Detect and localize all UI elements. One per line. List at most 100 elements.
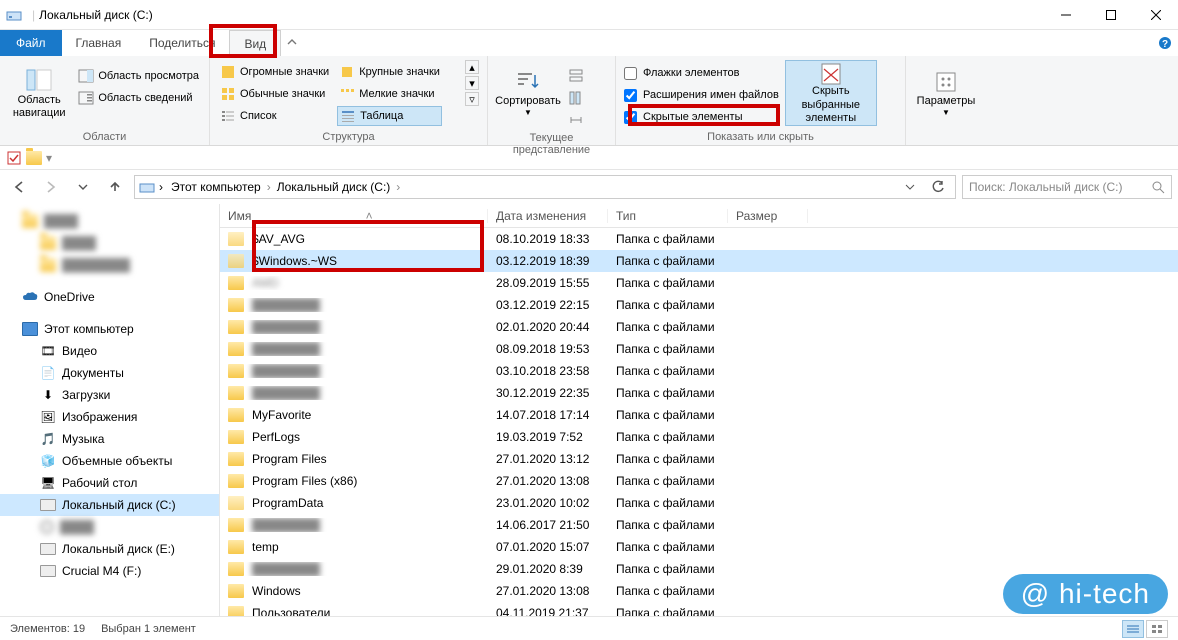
checkbox-hidden-items[interactable]: Скрытые элементы [624, 108, 779, 126]
tree-item-drive-e[interactable]: Локальный диск (E:) [0, 538, 219, 560]
sort-by-button[interactable]: Сортировать ▼ [496, 60, 560, 126]
table-row[interactable]: Program Files (x86)27.01.2020 13:08Папка… [220, 470, 1178, 492]
navigation-pane-button[interactable]: Область навигации [8, 60, 70, 126]
table-row[interactable]: MyFavorite14.07.2018 17:14Папка с файлам… [220, 404, 1178, 426]
layout-expand[interactable]: ▿ [465, 92, 479, 106]
preview-pane-button[interactable]: Область просмотра [76, 66, 201, 86]
file-type: Папка с файлами [608, 540, 728, 554]
table-row[interactable]: AMD28.09.2019 15:55Папка с файлами [220, 272, 1178, 294]
file-name: ████████ [252, 562, 320, 576]
file-type: Папка с файлами [608, 364, 728, 378]
file-date: 04.11.2019 21:37 [488, 606, 608, 616]
close-button[interactable] [1133, 0, 1178, 30]
back-button[interactable] [6, 174, 32, 200]
breadcrumb-this-pc[interactable]: Этот компьютер [167, 180, 265, 194]
folder-icon [228, 254, 244, 268]
layout-medium-icons[interactable]: Обычные значки [218, 84, 331, 104]
options-button[interactable]: Параметры ▼ [914, 60, 978, 126]
search-box[interactable]: Поиск: Локальный диск (C:) [962, 175, 1172, 199]
column-size[interactable]: Размер [728, 209, 808, 223]
table-row[interactable]: ████████08.09.2018 19:53Папка с файлами [220, 338, 1178, 360]
file-date: 27.01.2020 13:12 [488, 452, 608, 466]
tree-item-blurred[interactable]: ████ [0, 516, 219, 538]
group-layout-label: Структура [218, 129, 479, 143]
tree-item-videos[interactable]: 🎞Видео [0, 340, 219, 362]
ribbon-collapse-icon[interactable] [281, 30, 303, 56]
view-details-toggle[interactable] [1122, 620, 1144, 638]
tab-share[interactable]: Поделиться [135, 30, 229, 56]
checkbox-filename-extensions[interactable]: Расширения имен файлов [624, 86, 779, 104]
breadcrumb-drive-c[interactable]: Локальный диск (C:) [273, 180, 395, 194]
tree-item-downloads[interactable]: ⬇Загрузки [0, 384, 219, 406]
tree-item-pictures[interactable]: 🖼Изображения [0, 406, 219, 428]
table-row[interactable]: ████████03.12.2019 22:15Папка с файлами [220, 294, 1178, 316]
table-row[interactable]: temp07.01.2020 15:07Папка с файлами [220, 536, 1178, 558]
checkbox-item-checkboxes[interactable]: Флажки элементов [624, 64, 779, 82]
tab-file[interactable]: Файл [0, 30, 62, 56]
hide-selected-button[interactable]: Скрыть выбранные элементы [785, 60, 877, 126]
layout-huge-icons[interactable]: Огромные значки [218, 62, 331, 82]
tree-item-this-pc[interactable]: Этот компьютер [0, 318, 219, 340]
minimize-button[interactable] [1043, 0, 1088, 30]
view-icons-toggle[interactable] [1146, 620, 1168, 638]
address-bar[interactable]: › Этот компьютер › Локальный диск (C:) › [134, 175, 956, 199]
tree-item-blurred[interactable]: ████ [0, 210, 219, 232]
layout-scroll-up[interactable]: ▴ [465, 60, 479, 74]
table-row[interactable]: ████████02.01.2020 20:44Папка с файлами [220, 316, 1178, 338]
tab-view[interactable]: Вид [229, 30, 281, 56]
file-date: 23.01.2020 10:02 [488, 496, 608, 510]
layout-list[interactable]: Список [218, 106, 331, 126]
file-date: 29.01.2020 8:39 [488, 562, 608, 576]
address-dropdown-button[interactable] [897, 174, 923, 200]
table-row[interactable]: PerfLogs19.03.2019 7:52Папка с файлами [220, 426, 1178, 448]
up-button[interactable] [102, 174, 128, 200]
tree-item-desktop[interactable]: 🖥Рабочий стол [0, 472, 219, 494]
table-row[interactable]: ████████30.12.2019 22:35Папка с файлами [220, 382, 1178, 404]
details-pane-button[interactable]: Область сведений [76, 88, 201, 108]
qa-dropdown[interactable]: ▾ [46, 151, 52, 165]
table-row[interactable]: ProgramData23.01.2020 10:02Папка с файла… [220, 492, 1178, 514]
checkbox-qa-icon[interactable] [6, 150, 22, 166]
maximize-button[interactable] [1088, 0, 1133, 30]
layout-scroll-down[interactable]: ▾ [465, 76, 479, 90]
folder-qa-icon[interactable] [26, 151, 42, 165]
column-name[interactable]: Имя˄ [220, 209, 488, 223]
table-row[interactable]: Program Files27.01.2020 13:12Папка с фай… [220, 448, 1178, 470]
size-columns-button[interactable] [566, 110, 586, 130]
file-type: Папка с файлами [608, 430, 728, 444]
recent-locations-button[interactable] [70, 174, 96, 200]
tree-item-blurred[interactable]: ████ [0, 232, 219, 254]
tree-item-3dobjects[interactable]: 🧊Объемные объекты [0, 450, 219, 472]
refresh-button[interactable] [925, 174, 951, 200]
layout-large-icons[interactable]: Крупные значки [337, 62, 442, 82]
tree-item-blurred[interactable]: ████████ [0, 254, 219, 276]
table-row[interactable]: ████████03.10.2018 23:58Папка с файлами [220, 360, 1178, 382]
layout-details[interactable]: Таблица [337, 106, 442, 126]
forward-button[interactable] [38, 174, 64, 200]
file-type: Папка с файлами [608, 606, 728, 616]
file-name: temp [252, 540, 279, 554]
navigation-tree[interactable]: ████ ████ ████████ OneDrive Этот компьют… [0, 204, 220, 616]
layout-small-icons[interactable]: Мелкие значки [337, 84, 442, 104]
file-date: 03.12.2019 22:15 [488, 298, 608, 312]
table-row[interactable]: $Windows.~WS03.12.2019 18:39Папка с файл… [220, 250, 1178, 272]
tree-item-drive-c[interactable]: Локальный диск (C:) [0, 494, 219, 516]
file-name: PerfLogs [252, 430, 300, 444]
tree-item-documents[interactable]: 📄Документы [0, 362, 219, 384]
tree-item-onedrive[interactable]: OneDrive [0, 286, 219, 308]
folder-icon [228, 342, 244, 356]
tree-item-drive-f[interactable]: Crucial M4 (F:) [0, 560, 219, 582]
tree-item-music[interactable]: 🎵Музыка [0, 428, 219, 450]
add-columns-button[interactable] [566, 88, 586, 108]
table-row[interactable]: ████████14.06.2017 21:50Папка с файлами [220, 514, 1178, 536]
column-modified[interactable]: Дата изменения [488, 209, 608, 223]
table-row[interactable]: $AV_AVG08.10.2019 18:33Папка с файлами [220, 228, 1178, 250]
watermark: @ hi-tech [1003, 574, 1168, 614]
help-button[interactable]: ? [1152, 30, 1178, 56]
file-list[interactable]: Имя˄ Дата изменения Тип Размер $AV_AVG08… [220, 204, 1178, 616]
group-panes-label: Области [8, 129, 201, 143]
folder-icon [228, 518, 244, 532]
group-by-button[interactable] [566, 66, 586, 86]
column-type[interactable]: Тип [608, 209, 728, 223]
tab-home[interactable]: Главная [62, 30, 136, 56]
